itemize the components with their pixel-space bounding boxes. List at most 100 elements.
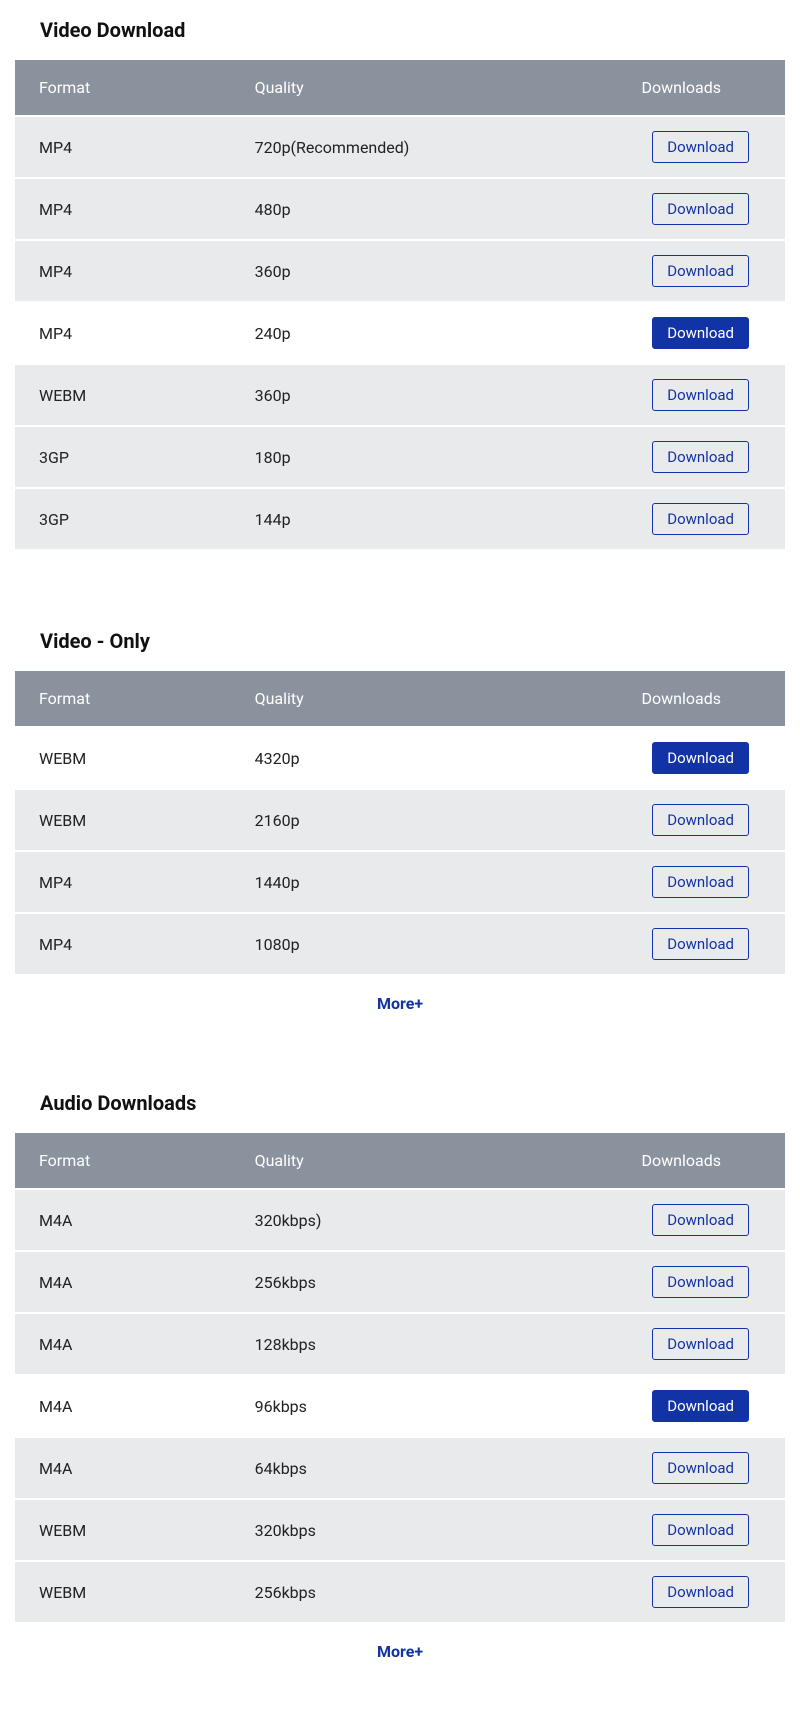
header-downloads: Downloads (554, 60, 785, 115)
more-link[interactable]: More+ (0, 976, 800, 1013)
table-row: WEBM2160p Download (15, 790, 785, 850)
format-cell: MP4 (15, 914, 231, 974)
format-cell: MP4 (15, 852, 231, 912)
quality-cell: 256kbps (231, 1562, 554, 1622)
table-row: 3GP144pDownload (15, 489, 785, 549)
download-button[interactable]: Download (652, 1328, 749, 1360)
format-cell: WEBM (15, 728, 231, 788)
quality-cell: 96kbps (231, 1376, 554, 1436)
download-button[interactable]: Download (652, 1514, 749, 1546)
download-button[interactable]: Download (652, 866, 749, 898)
table-row: M4A256kbps Download (15, 1252, 785, 1312)
download-cell: Download (554, 914, 785, 974)
table-row: MP41440p Download (15, 852, 785, 912)
section-video-only: Video - OnlyFormatQualityDownloadsWEBM43… (0, 601, 800, 1013)
table-row: MP4480pDownload (15, 179, 785, 239)
table-row: MP41080p Download (15, 914, 785, 974)
download-button[interactable]: Download (652, 131, 749, 163)
quality-cell: 320kbps) (231, 1190, 554, 1250)
table-row: MP4240pDownload (15, 303, 785, 363)
section-title: Audio Downloads (0, 1063, 800, 1131)
download-cell: Download (554, 427, 785, 487)
format-cell: WEBM (15, 790, 231, 850)
download-table: FormatQualityDownloadsM4A320kbps)Downloa… (15, 1131, 785, 1624)
section-video-download: Video DownloadFormatQualityDownloadsMP47… (0, 0, 800, 551)
download-cell: Download (554, 1376, 785, 1436)
quality-cell: 720p(Recommended) (231, 117, 554, 177)
quality-cell: 2160p (231, 790, 554, 850)
table-header-row: FormatQualityDownloads (15, 60, 785, 115)
download-button[interactable]: Download (652, 317, 749, 349)
section-audio-downloads: Audio DownloadsFormatQualityDownloadsM4A… (0, 1063, 800, 1661)
header-quality: Quality (231, 671, 554, 726)
quality-cell: 128kbps (231, 1314, 554, 1374)
download-button[interactable]: Download (652, 742, 749, 774)
quality-cell: 64kbps (231, 1438, 554, 1498)
download-button[interactable]: Download (652, 804, 749, 836)
download-cell: Download (554, 365, 785, 425)
download-cell: Download (554, 241, 785, 301)
download-button[interactable]: Download (652, 255, 749, 287)
table-row: M4A128kbps Download (15, 1314, 785, 1374)
download-cell: Download (554, 1314, 785, 1374)
header-format: Format (15, 671, 231, 726)
header-format: Format (15, 1133, 231, 1188)
format-cell: M4A (15, 1438, 231, 1498)
quality-cell: 240p (231, 303, 554, 363)
download-cell: Download (554, 1500, 785, 1560)
table-row: WEBM4320p Download (15, 728, 785, 788)
quality-cell: 1440p (231, 852, 554, 912)
download-cell: Download (554, 1562, 785, 1622)
section-title: Video - Only (0, 601, 800, 669)
format-cell: WEBM (15, 1562, 231, 1622)
format-cell: M4A (15, 1376, 231, 1436)
download-button[interactable]: Download (652, 1204, 749, 1236)
download-cell: Download (554, 1252, 785, 1312)
header-downloads: Downloads (554, 1133, 785, 1188)
header-quality: Quality (231, 60, 554, 115)
format-cell: MP4 (15, 241, 231, 301)
download-button[interactable]: Download (652, 193, 749, 225)
table-header-row: FormatQualityDownloads (15, 1133, 785, 1188)
header-downloads: Downloads (554, 671, 785, 726)
download-cell: Download (554, 179, 785, 239)
download-cell: Download (554, 117, 785, 177)
download-table: FormatQualityDownloadsMP4720p(Recommende… (15, 58, 785, 551)
quality-cell: 360p (231, 241, 554, 301)
format-cell: M4A (15, 1252, 231, 1312)
table-row: WEBM256kbps Download (15, 1562, 785, 1622)
quality-cell: 4320p (231, 728, 554, 788)
download-button[interactable]: Download (652, 441, 749, 473)
more-link[interactable]: More+ (0, 1624, 800, 1661)
format-cell: M4A (15, 1314, 231, 1374)
table-row: MP4720p(Recommended)Download (15, 117, 785, 177)
quality-cell: 360p (231, 365, 554, 425)
download-cell: Download (554, 1190, 785, 1250)
table-row: WEBM320kbps Download (15, 1500, 785, 1560)
download-button[interactable]: Download (652, 1266, 749, 1298)
quality-cell: 1080p (231, 914, 554, 974)
download-button[interactable]: Download (652, 1452, 749, 1484)
header-format: Format (15, 60, 231, 115)
format-cell: WEBM (15, 1500, 231, 1560)
section-title: Video Download (0, 0, 800, 58)
format-cell: MP4 (15, 179, 231, 239)
header-quality: Quality (231, 1133, 554, 1188)
table-row: WEBM360pDownload (15, 365, 785, 425)
format-cell: 3GP (15, 427, 231, 487)
download-table: FormatQualityDownloadsWEBM4320pDownloadW… (15, 669, 785, 976)
quality-cell: 256kbps (231, 1252, 554, 1312)
download-button[interactable]: Download (652, 503, 749, 535)
table-row: MP4360p Download (15, 241, 785, 301)
download-button[interactable]: Download (652, 1390, 749, 1422)
download-button[interactable]: Download (652, 1576, 749, 1608)
quality-cell: 320kbps (231, 1500, 554, 1560)
table-row: M4A96kbps Download (15, 1376, 785, 1436)
format-cell: M4A (15, 1190, 231, 1250)
download-cell: Download (554, 790, 785, 850)
download-cell: Download (554, 1438, 785, 1498)
table-header-row: FormatQualityDownloads (15, 671, 785, 726)
download-button[interactable]: Download (652, 379, 749, 411)
quality-cell: 180p (231, 427, 554, 487)
download-button[interactable]: Download (652, 928, 749, 960)
